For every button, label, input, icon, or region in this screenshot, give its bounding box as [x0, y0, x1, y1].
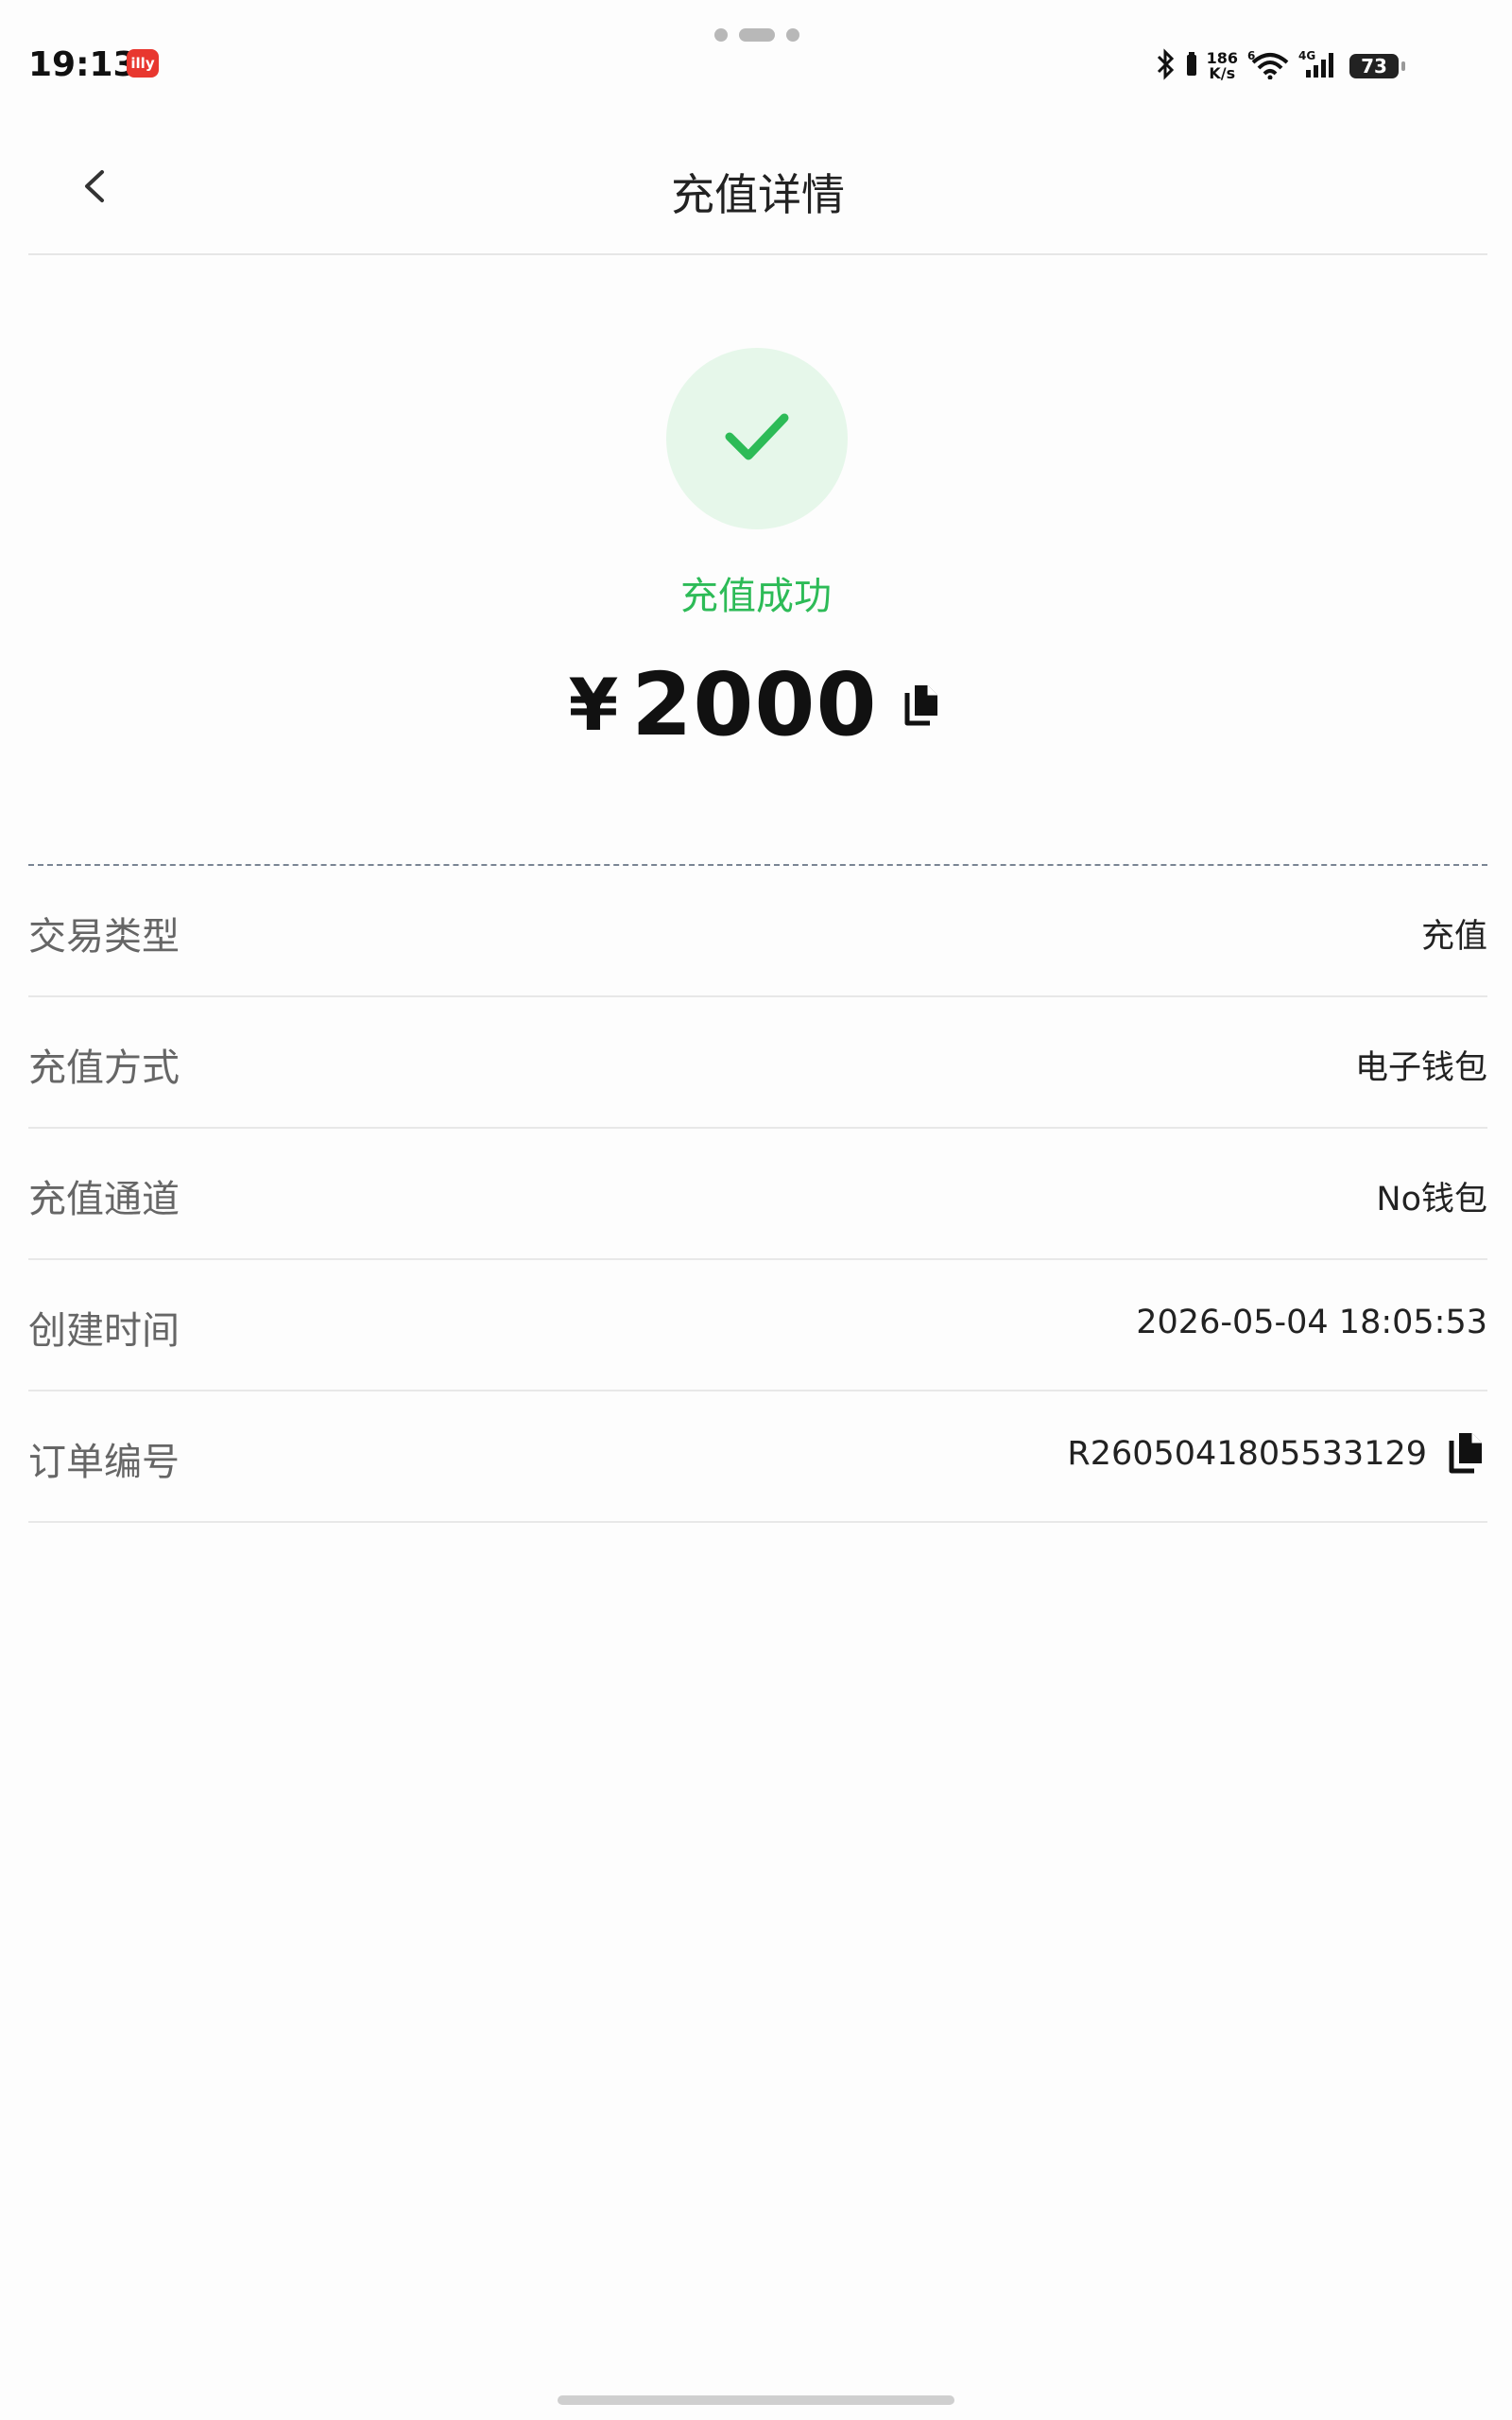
- detail-label: 交易类型: [28, 915, 180, 959]
- status-time: 19:13: [28, 45, 137, 84]
- currency-symbol: ¥: [568, 662, 619, 747]
- detail-row-created-time: 创建时间 2026-05-04 18:05:53: [28, 1260, 1487, 1392]
- detail-label: 创建时间: [28, 1309, 180, 1353]
- battery-icon: 73: [1349, 54, 1405, 78]
- copy-amount-button[interactable]: [900, 680, 943, 729]
- page-title: 充值详情: [671, 169, 845, 220]
- check-icon: [725, 413, 789, 460]
- home-indicator[interactable]: [558, 2395, 954, 2405]
- cellular-signal-icon: 4G: [1298, 49, 1340, 83]
- order-number-value: R2605041805533129: [1067, 1435, 1427, 1473]
- copy-icon: [1449, 1433, 1482, 1474]
- recharge-amount: 2000: [631, 653, 878, 755]
- status-icons: 186 K/s 6 4G 73: [1156, 47, 1405, 85]
- window-pill: [739, 28, 775, 42]
- network-speed-unit: K/s: [1209, 64, 1236, 82]
- battery-saver-icon: [1186, 51, 1197, 81]
- recharge-status: 充值成功: [680, 575, 832, 618]
- page-header: 充值详情: [28, 123, 1487, 255]
- success-badge: [666, 348, 848, 529]
- detail-row-transaction-type: 交易类型 充值: [28, 866, 1487, 997]
- wifi-icon: 6: [1247, 49, 1289, 83]
- svg-text:4G: 4G: [1298, 49, 1315, 62]
- detail-value: 2026-05-04 18:05:53: [1136, 1304, 1487, 1341]
- window-dot: [786, 28, 799, 42]
- window-dot: [714, 28, 728, 42]
- copy-order-number-button[interactable]: [1444, 1427, 1487, 1477]
- bluetooth-icon: [1156, 48, 1177, 84]
- copy-icon: [904, 685, 938, 726]
- amount-row: ¥ 2000: [0, 652, 1512, 756]
- window-controls[interactable]: [714, 28, 799, 42]
- recharge-details: 交易类型 充值 充值方式 电子钱包 充值通道 No钱包 创建时间 2026-05…: [28, 866, 1487, 1523]
- detail-value: No钱包: [1376, 1181, 1487, 1219]
- detail-value: 电子钱包: [1354, 1049, 1487, 1087]
- detail-row-recharge-channel: 充值通道 No钱包: [28, 1129, 1487, 1260]
- detail-label: 订单编号: [28, 1441, 180, 1484]
- detail-row-recharge-method: 充值方式 电子钱包: [28, 997, 1487, 1129]
- detail-label: 充值方式: [28, 1046, 180, 1090]
- notification-app-icon: illy: [127, 49, 159, 78]
- detail-label: 充值通道: [28, 1178, 180, 1221]
- detail-value: 充值: [1420, 918, 1487, 956]
- detail-row-order-number: 订单编号 R2605041805533129: [28, 1392, 1487, 1523]
- status-bar: 19:13 illy 186 K/s 6 4G 73: [0, 0, 1512, 123]
- network-speed: 186 K/s: [1207, 51, 1238, 81]
